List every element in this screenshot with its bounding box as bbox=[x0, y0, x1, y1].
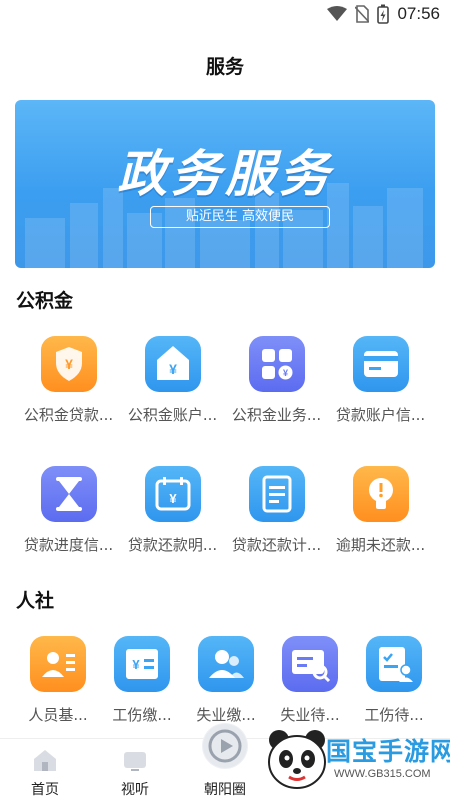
tab-home[interactable]: 首页 bbox=[0, 739, 90, 800]
service-item-label: 人员基... bbox=[28, 706, 88, 724]
calendar-yen-icon: ¥ bbox=[144, 466, 201, 522]
service-item-label: 公积金贷款... bbox=[23, 406, 114, 424]
watermark-logo: 国宝手游网 WWW.GB315.COM bbox=[264, 722, 450, 796]
battery-charging-icon bbox=[377, 4, 390, 24]
service-item-loan-progress[interactable]: 贷款进度信... bbox=[16, 466, 121, 566]
house-yen-icon: ¥ bbox=[144, 336, 201, 392]
gjj-row-2: 贷款进度信... ¥ 贷款还款明... 贷款还款计... 逾期未还款... bbox=[0, 466, 450, 576]
gjj-row-1: ¥ 公积金贷款... ¥ 公积金账户... ¥ 公积金业务... 贷款账户信..… bbox=[0, 336, 450, 446]
service-item-label: 贷款还款计... bbox=[231, 536, 322, 554]
tab-label: 朝阳圈 bbox=[204, 782, 246, 798]
section-title-gjj: 公积金 bbox=[16, 290, 74, 312]
tab-media[interactable]: 视听 bbox=[90, 739, 180, 800]
service-item-loan-account[interactable]: 贷款账户信... bbox=[328, 336, 433, 436]
people-icon bbox=[198, 636, 254, 692]
service-item-injury-payment[interactable]: ¥ 工伤缴... bbox=[100, 636, 184, 736]
lightbulb-icon bbox=[352, 466, 409, 522]
service-item-label: 失业缴... bbox=[196, 706, 256, 724]
tv-icon bbox=[124, 752, 146, 771]
service-item-label: 工伤缴... bbox=[112, 706, 172, 724]
service-item-injury-benefit[interactable]: 工伤待... bbox=[352, 636, 436, 736]
hourglass-icon bbox=[40, 466, 97, 522]
service-item-gjj-business[interactable]: ¥ 公积金业务... bbox=[224, 336, 329, 436]
service-item-repayment-plan[interactable]: 贷款还款计... bbox=[224, 466, 329, 566]
service-item-label: 贷款账户信... bbox=[335, 406, 426, 424]
grid-apps-icon: ¥ bbox=[248, 336, 305, 392]
card-icon bbox=[352, 336, 409, 392]
no-sim-icon bbox=[355, 5, 370, 23]
service-item-unemployment-payment[interactable]: 失业缴... bbox=[184, 636, 268, 736]
tab-community[interactable]: 朝阳圈 bbox=[180, 723, 270, 800]
tab-label: 首页 bbox=[31, 782, 59, 798]
service-item-label: 公积金业务... bbox=[231, 406, 322, 424]
svg-text:¥: ¥ bbox=[169, 361, 177, 377]
banner-title: 政务服务 bbox=[117, 145, 333, 203]
svg-text:¥: ¥ bbox=[169, 491, 177, 506]
play-circle-icon bbox=[202, 723, 248, 769]
watermark-text: 国宝手游网 bbox=[326, 737, 450, 766]
panda-icon bbox=[268, 730, 326, 789]
service-item-gjj-loan[interactable]: ¥ 公积金贷款... bbox=[16, 336, 121, 436]
status-icons: 07:56 bbox=[327, 4, 440, 24]
banner-subtitle: 贴近民生 高效便民 bbox=[150, 206, 330, 228]
status-bar: 07:56 bbox=[0, 0, 450, 32]
status-time: 07:56 bbox=[397, 4, 440, 23]
service-item-label: 逾期未还款... bbox=[335, 536, 426, 554]
svg-text:¥: ¥ bbox=[282, 368, 287, 378]
shield-yen-icon: ¥ bbox=[40, 336, 97, 392]
watermark-url: WWW.GB315.COM bbox=[334, 768, 431, 780]
service-item-label: 公积金账户... bbox=[127, 406, 218, 424]
tab-label: 视听 bbox=[121, 782, 149, 798]
service-item-gjj-account[interactable]: ¥ 公积金账户... bbox=[120, 336, 225, 436]
checklist-person-icon bbox=[366, 636, 422, 692]
service-item-person-basic[interactable]: 人员基... bbox=[16, 636, 100, 736]
person-card-icon bbox=[30, 636, 86, 692]
wifi-icon bbox=[327, 6, 348, 21]
svg-text:¥: ¥ bbox=[65, 356, 73, 372]
home-icon bbox=[34, 750, 56, 771]
document-list-icon bbox=[248, 466, 305, 522]
service-item-label: 贷款还款明... bbox=[127, 536, 218, 554]
service-item-unemployment-benefit[interactable]: 失业待... bbox=[268, 636, 352, 736]
service-item-overdue[interactable]: 逾期未还款... bbox=[328, 466, 433, 566]
service-item-label: 贷款进度信... bbox=[23, 536, 114, 554]
service-item-repayment-detail[interactable]: ¥ 贷款还款明... bbox=[120, 466, 225, 566]
banner[interactable]: 政务服务 贴近民生 高效便民 bbox=[15, 100, 435, 268]
svg-text:¥: ¥ bbox=[132, 657, 140, 672]
section-title-rs: 人社 bbox=[16, 590, 55, 612]
receipt-yen-icon: ¥ bbox=[114, 636, 170, 692]
search-card-icon bbox=[282, 636, 338, 692]
page-title: 服务 bbox=[205, 56, 244, 78]
